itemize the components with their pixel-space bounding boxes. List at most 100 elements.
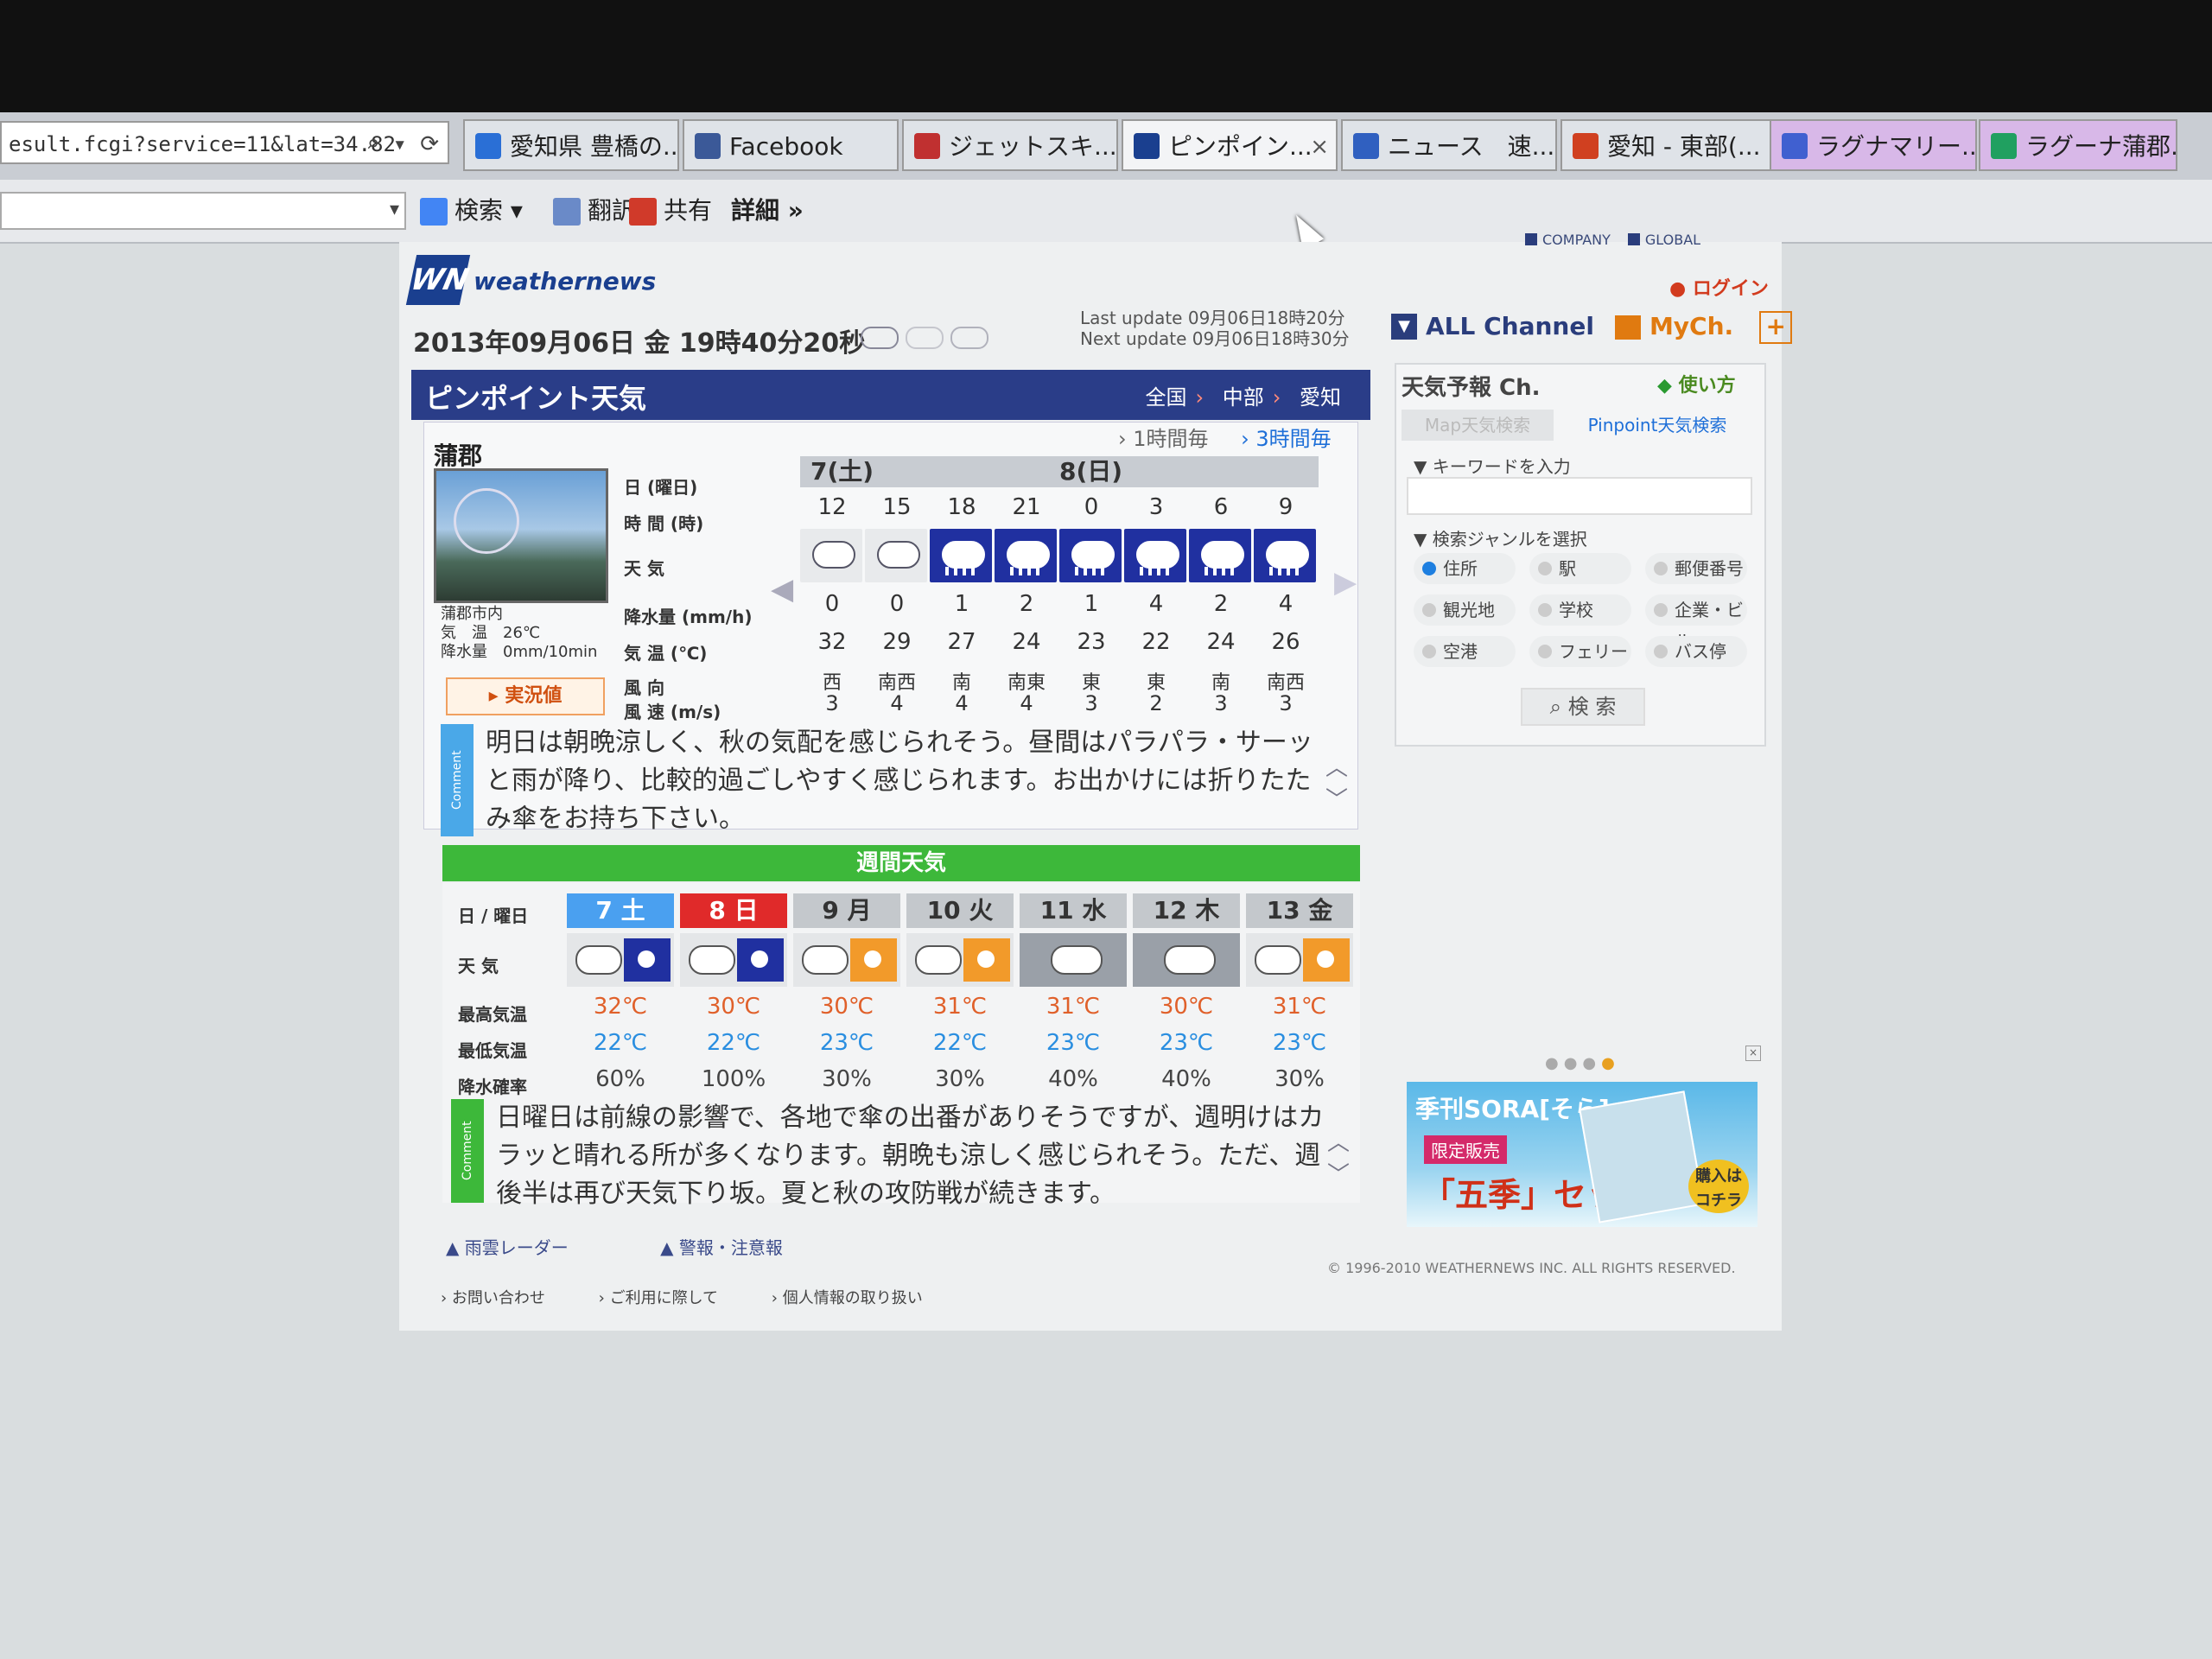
copyright: © 1996-2010 WEATHERNEWS INC. ALL RIGHTS … [1327, 1260, 1736, 1276]
tab-1-hour[interactable]: › 1時間毎 [1118, 427, 1209, 451]
mych-button[interactable]: MyCh. [1614, 312, 1733, 340]
hour-cell: 15 [882, 494, 912, 520]
genre-radio[interactable]: フェリー [1529, 636, 1631, 667]
google-icon [420, 198, 448, 226]
close-tab-icon[interactable]: × [1310, 121, 1329, 169]
ad-buy-button[interactable]: 購入はコチラ [1688, 1160, 1749, 1213]
howto-link[interactable]: ◆ 使い方 [1657, 370, 1736, 397]
genre-radio[interactable]: 観光地 [1414, 594, 1516, 626]
tab-pinpoint-active[interactable]: ピンポイン... × [1122, 119, 1338, 171]
cloud-sun-icon [793, 933, 900, 987]
carousel-dots[interactable]: ●●●● [1545, 1054, 1620, 1072]
tab-aichi-toyohashi[interactable]: 愛知県 豊橋の... [463, 119, 679, 171]
tab-label: ラグーナ蒲郡... [2025, 132, 2177, 161]
hour-cell: 3 [1148, 494, 1164, 520]
genre-radio[interactable]: 郵便番号 [1645, 553, 1747, 584]
tab-favicon-icon [1353, 133, 1379, 159]
scroll-arrows-icon[interactable]: ︿ ﹀ [1325, 750, 1348, 814]
side-title: 天気予報 Ch. [1402, 375, 1541, 401]
search-refresh-icons[interactable]: ⌕ ▾ ⟳ [366, 123, 439, 166]
cloud-shape [812, 541, 855, 569]
weekly-high-cell: 31℃ [1046, 994, 1101, 1020]
monitor-bezel [0, 0, 2212, 112]
terms-link[interactable]: › ご利用に際して [599, 1289, 742, 1307]
all-channel-button[interactable]: ALL Channel [1391, 312, 1594, 340]
toolbar-search-field[interactable]: ▾ [0, 192, 406, 230]
next-arrow-icon[interactable]: ▶ [1334, 565, 1357, 600]
address-bar[interactable]: esult.fcgi?service=11&lat=34.82 ⌕ ▾ ⟳ [0, 121, 449, 164]
cloud-rain-icon [680, 933, 787, 987]
hour-cell: 9 [1278, 494, 1294, 520]
precip-cell: 2 [1213, 591, 1229, 617]
shape-dot [638, 950, 655, 968]
weekly-day-cell: 11 水 [1020, 893, 1127, 928]
company-link[interactable]: COMPANY [1525, 232, 1611, 248]
toolbar-share-button[interactable]: 共有 [629, 192, 712, 230]
status-icon-1 [861, 327, 899, 349]
tab-jetski[interactable]: ジェットスキ... [902, 119, 1118, 171]
genre-radio[interactable]: バス停 [1645, 636, 1747, 667]
tab-3-hour[interactable]: › 3時間毎 [1241, 427, 1332, 451]
tab-laguna-gamagori[interactable]: ラグーナ蒲郡... [1979, 119, 2177, 171]
genre-radio[interactable]: 学校 [1529, 594, 1631, 626]
temp-cell: 26 [1271, 629, 1300, 655]
warnings-link[interactable]: ▲ 警報・注意報 [660, 1237, 826, 1258]
channel-nav: ALL Channel MyCh. + [1391, 311, 1793, 349]
tab-favicon-icon [1991, 133, 2017, 159]
raindrops-shape [1010, 567, 1045, 575]
weathernews-logo[interactable]: WNweathernews [405, 255, 657, 307]
sora-ad-banner[interactable]: 季刊SORA[そら] 限定販売 「五季」セット 購入はコチラ [1407, 1082, 1758, 1227]
genre-radio[interactable]: 住所 [1414, 553, 1516, 584]
scroll-arrows-icon[interactable]: ︿ ﹀ [1327, 1125, 1350, 1189]
shape-dot [864, 950, 881, 968]
radar-link[interactable]: ▲ 雨雲レーダー [446, 1237, 612, 1258]
breadcrumb: 全国 › 中部 › 愛知 [1145, 385, 1342, 410]
weekly-day-cell: 7 土 [567, 893, 674, 928]
crumb-aichi[interactable]: 愛知 [1300, 385, 1341, 410]
genre-radio[interactable]: 企業・ビル [1645, 594, 1747, 652]
weekly-label-high: 最高気温 [458, 1004, 527, 1025]
temp-cell: 24 [1206, 629, 1236, 655]
keyword-input[interactable] [1407, 477, 1752, 515]
precip-cell: 1 [1084, 591, 1099, 617]
weekly-pop-cell: 40% [1161, 1066, 1211, 1092]
toolbar-details-button[interactable]: 詳細 » [731, 192, 804, 230]
weekly-pop-cell: 100% [701, 1066, 766, 1092]
privacy-link[interactable]: › 個人情報の取り扱い [772, 1289, 947, 1307]
sun-shape [850, 938, 897, 982]
live-values-button[interactable]: ▸ 実況値 [446, 677, 605, 715]
toolbar-search-button[interactable]: 検索 ▾ [420, 192, 523, 230]
tab-pinpoint-search[interactable]: Pinpoint天気検索 [1562, 410, 1752, 441]
precip-cell: 0 [889, 591, 905, 617]
crumb-japan[interactable]: 全国 [1146, 385, 1187, 410]
logo-text: weathernews [474, 267, 657, 296]
tab-label: ラグナマリー... [1816, 132, 1977, 161]
close-ad-icon[interactable]: × [1745, 1046, 1761, 1061]
global-link[interactable]: GLOBAL [1627, 232, 1700, 248]
tab-news[interactable]: ニュース 速... [1341, 119, 1557, 171]
side-search-button[interactable]: ⌕ 検 索 [1521, 688, 1645, 726]
tab-laguna-marina[interactable]: ラグナマリー... [1770, 119, 1977, 171]
logo-mark: WN [405, 255, 472, 305]
weekly-day-cell: 13 金 [1246, 893, 1353, 928]
login-link[interactable]: ● ログイン [1669, 273, 1769, 301]
precip-cell: 1 [954, 591, 969, 617]
crumb-chubu[interactable]: 中部 [1223, 385, 1264, 410]
precip-cell: 2 [1019, 591, 1034, 617]
weekly-high-cell: 32℃ [593, 994, 648, 1020]
chevron-down-icon[interactable]: ▾ [390, 199, 399, 220]
tab-label: ジェットスキ... [949, 132, 1117, 161]
genre-radio[interactable]: 空港 [1414, 636, 1516, 667]
tab-aichi-east[interactable]: 愛知 - 東部(... [1560, 119, 1777, 171]
tab-facebook[interactable]: Facebook [683, 119, 899, 171]
prev-arrow-icon[interactable]: ◀ [771, 572, 793, 607]
add-channel-button[interactable]: + [1759, 311, 1793, 344]
weekly-label-day: 日 / 曜日 [458, 906, 529, 926]
weekly-low-cell: 22℃ [593, 1030, 648, 1056]
tab-map-search[interactable]: Map天気検索 [1402, 410, 1554, 441]
contact-link[interactable]: › お問い合わせ [441, 1289, 569, 1307]
comment-tag: Comment [441, 724, 474, 836]
status-icon-2 [906, 327, 944, 349]
genre-radio[interactable]: 駅 [1529, 553, 1631, 584]
live-camera-photo[interactable] [434, 468, 608, 603]
